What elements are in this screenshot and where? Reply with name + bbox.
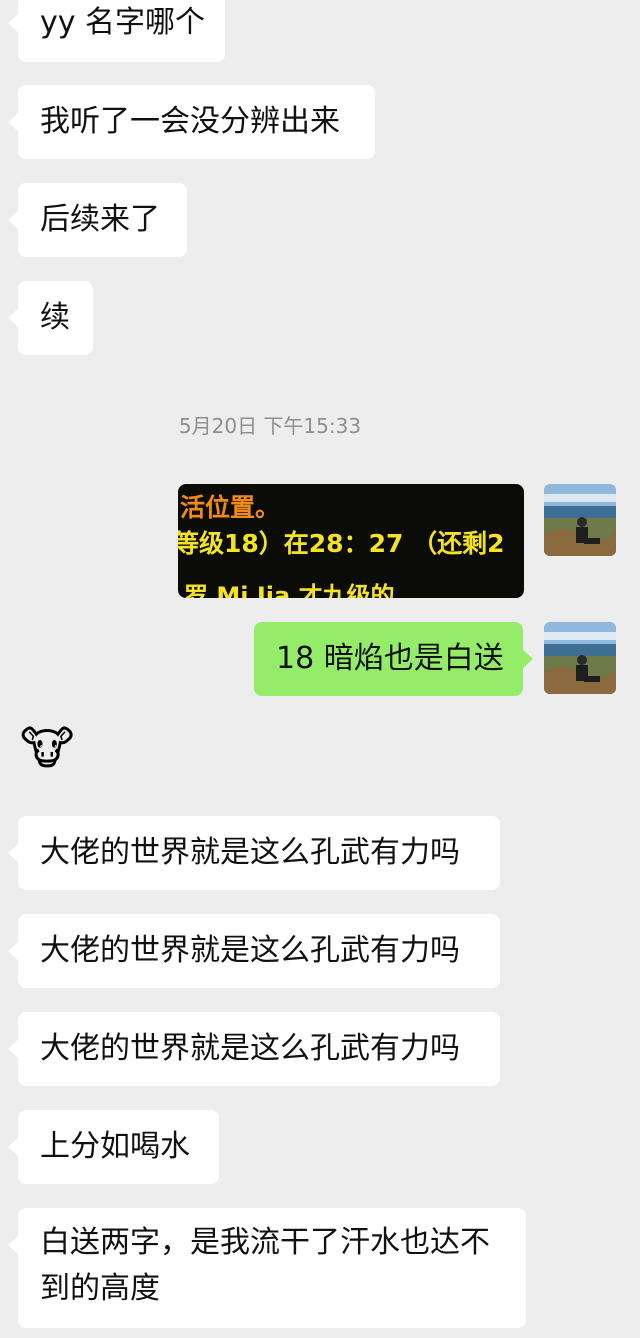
message-bubble[interactable]: 续 (8, 281, 93, 355)
image-text-line: 罗 Mi Jia 才九级的 (184, 582, 395, 598)
message-timestamp: 5月20日 下午15:33 (178, 414, 362, 438)
message-bubble[interactable]: 大佬的世界就是这么孔武有力吗 (8, 914, 500, 988)
message-bubble[interactable]: 大佬的世界就是这么孔武有力吗 (8, 1012, 500, 1086)
message-text: 大佬的世界就是这么孔武有力吗 (40, 835, 460, 870)
message-text: 大佬的世界就是这么孔武有力吗 (40, 1031, 460, 1066)
emoji-message[interactable]: 🐮 (20, 720, 76, 776)
message-bubble[interactable]: 白送两字，是我流干了汗水也达不到的高度 (8, 1208, 526, 1328)
message-text: 续 (40, 300, 70, 335)
user-avatar[interactable] (544, 484, 616, 556)
message-bubble[interactable]: 上分如喝水 (8, 1110, 219, 1184)
cow-face-icon: 🐮 (20, 721, 75, 775)
image-text-line: 等级18）在28：27 （还剩2 (178, 529, 505, 558)
message-text: 大佬的世界就是这么孔武有力吗 (40, 933, 460, 968)
message-text: 18 暗焰也是白送 (276, 641, 504, 676)
user-avatar[interactable] (544, 622, 616, 694)
message-text: 后续来了 (40, 202, 160, 237)
message-bubble[interactable]: 大佬的世界就是这么孔武有力吗 (8, 816, 500, 890)
message-bubble[interactable]: 18 暗焰也是白送 (254, 622, 533, 696)
message-text: 白送两字，是我流干了汗水也达不到的高度 (40, 1225, 490, 1306)
message-text: yy 名字哪个 (40, 5, 206, 40)
image-text-line: 活位置。 (180, 493, 281, 522)
avatar-photo-icon (544, 484, 616, 556)
message-bubble[interactable]: yy 名字哪个 (8, 0, 225, 62)
message-bubble[interactable]: 后续来了 (8, 183, 187, 257)
message-text: 上分如喝水 (40, 1129, 190, 1164)
avatar-photo-icon (544, 622, 616, 694)
image-message[interactable]: 活位置。 等级18）在28：27 （还剩2 罗 Mi Jia 才九级的 (178, 484, 524, 598)
message-bubble[interactable]: 我听了一会没分辨出来 (8, 85, 375, 159)
message-text: 我听了一会没分辨出来 (40, 104, 340, 139)
